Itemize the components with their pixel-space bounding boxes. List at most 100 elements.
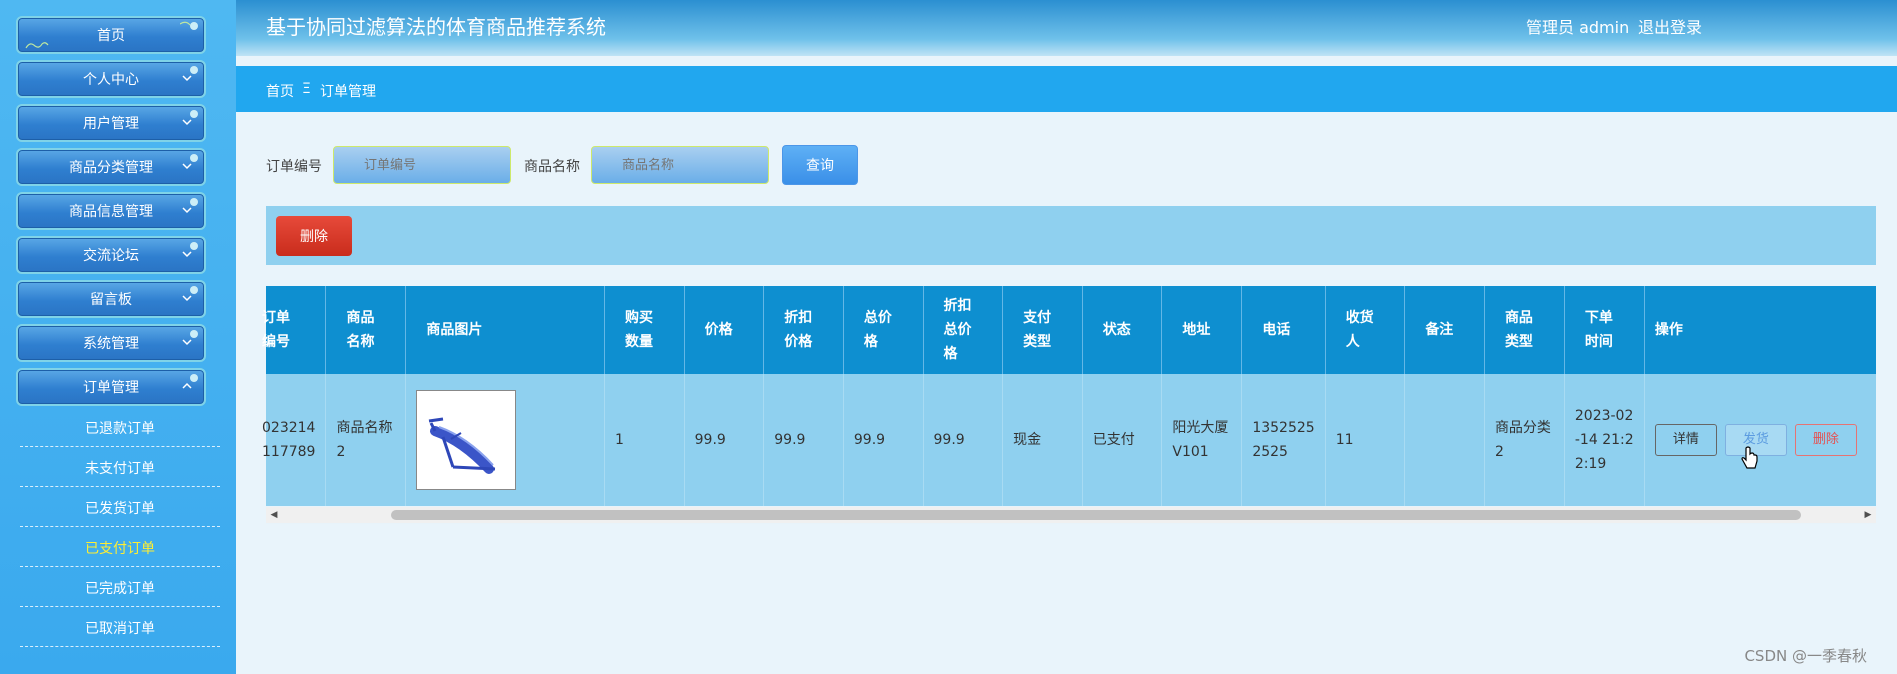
logout-link[interactable]: 退出登录 <box>1638 14 1702 38</box>
col-pay-type: 支付 类型 <box>1002 286 1083 374</box>
ornament-icon <box>190 286 198 294</box>
submenu-label: 已发货订单 <box>85 500 155 517</box>
breadcrumb: 首页 Ξ 订单管理 <box>236 66 1897 112</box>
submenu-label: 未支付订单 <box>85 460 155 477</box>
ornament-icon <box>25 42 49 49</box>
menu-item-category-management[interactable]: 商品分类管理 <box>16 148 206 186</box>
submenu-cancelled-orders[interactable]: 已取消订单 <box>20 609 220 647</box>
col-order-no: 订单 编号 <box>262 286 327 374</box>
menu-item-system-management[interactable]: 系统管理 <box>16 324 206 362</box>
submenu-label: 已退款订单 <box>85 420 155 437</box>
cell-order-time: 2023-02 -14 21:2 2:19 <box>1564 374 1645 506</box>
submenu-label: 已取消订单 <box>85 620 155 637</box>
row-delete-button[interactable]: 删除 <box>1794 424 1857 456</box>
cell-status: 已支付 <box>1082 374 1163 506</box>
ornament-icon <box>190 110 198 118</box>
cell-total-price: 99.9 <box>843 374 924 506</box>
hand-cursor-icon <box>1741 446 1758 469</box>
submenu-label: 已完成订单 <box>85 580 155 597</box>
sidebar: 首页 个人中心 用户管理 商品分类管理 商品信息管理 交流论坛 留言板 系统管理 <box>0 0 236 674</box>
cell-address: 阳光大厦 V101 <box>1161 374 1243 506</box>
menu-item-label: 订单管理 <box>83 380 139 396</box>
detail-button[interactable]: 详情 <box>1654 424 1717 456</box>
col-discount-price: 折扣 价格 <box>763 286 844 374</box>
table-header-row: 订单 编号 商品 名称 商品图片 购买 数量 价格 折扣 价格 总价 格 折扣 … <box>262 286 1876 374</box>
cell-phone: 1352525 2525 <box>1241 374 1326 506</box>
order-table: 订单 编号 商品 名称 商品图片 购买 数量 价格 折扣 价格 总价 格 折扣 … <box>262 286 1876 506</box>
cell-product-image <box>405 374 606 506</box>
col-price: 价格 <box>684 286 765 374</box>
scroll-left-icon[interactable]: ◀ <box>266 507 282 523</box>
fitness-bench-icon[interactable] <box>416 390 517 490</box>
col-quantity: 购买 数量 <box>604 286 685 374</box>
ornament-icon <box>190 374 198 382</box>
cell-pay-type: 现金 <box>1002 374 1083 506</box>
cell-remark <box>1404 374 1485 506</box>
menu-item-forum[interactable]: 交流论坛 <box>16 236 206 274</box>
order-no-label: 订单编号 <box>266 159 322 175</box>
breadcrumb-separator-icon: Ξ <box>302 81 311 97</box>
col-product-image: 商品图片 <box>405 286 606 374</box>
admin-info: 管理员 admin <box>1526 18 1630 37</box>
menu-item-label: 留言板 <box>90 292 132 308</box>
submenu-shipped-orders[interactable]: 已发货订单 <box>20 489 220 527</box>
menu-item-message-board[interactable]: 留言板 <box>16 280 206 318</box>
col-status: 状态 <box>1082 286 1163 374</box>
menu-item-order-management[interactable]: 订单管理 <box>16 368 206 406</box>
menu-item-label: 首页 <box>97 28 125 44</box>
action-bar: 删除 <box>266 206 1876 265</box>
product-name-input[interactable] <box>591 146 769 184</box>
submenu-refunded-orders[interactable]: 已退款订单 <box>20 409 220 447</box>
cell-quantity: 1 <box>604 374 685 506</box>
app-title: 基于协同过滤算法的体育商品推荐系统 <box>266 15 606 39</box>
submenu-completed-orders[interactable]: 已完成订单 <box>20 569 220 607</box>
menu-item-label: 交流论坛 <box>83 248 139 264</box>
cell-price: 99.9 <box>684 374 765 506</box>
menu-item-user-management[interactable]: 用户管理 <box>16 104 206 142</box>
watermark: CSDN @一季春秋 <box>1744 647 1867 665</box>
menu-item-product-management[interactable]: 商品信息管理 <box>16 192 206 230</box>
col-remark: 备注 <box>1404 286 1485 374</box>
col-category: 商品 类型 <box>1484 286 1565 374</box>
menu-item-label: 商品信息管理 <box>69 204 153 220</box>
order-table-container: 订单 编号 商品 名称 商品图片 购买 数量 价格 折扣 价格 总价 格 折扣 … <box>262 286 1876 524</box>
menu-item-label: 个人中心 <box>83 72 139 88</box>
ornament-icon <box>190 198 198 206</box>
col-product-name: 商品 名称 <box>325 286 407 374</box>
col-address: 地址 <box>1161 286 1243 374</box>
cell-product-name: 商品名称 2 <box>325 374 407 506</box>
cell-discount-total: 99.9 <box>923 374 1004 506</box>
submenu-paid-orders[interactable]: 已支付订单 <box>20 529 220 567</box>
horizontal-scrollbar[interactable]: ◀ ▶ <box>266 507 1876 523</box>
col-receiver: 收货 人 <box>1325 286 1406 374</box>
menu-item-home[interactable]: 首页 <box>16 16 206 54</box>
menu-item-personal-center[interactable]: 个人中心 <box>16 60 206 98</box>
ornament-icon <box>190 242 198 250</box>
cell-category: 商品分类 2 <box>1484 374 1565 506</box>
top-header: 基于协同过滤算法的体育商品推荐系统 管理员 admin 退出登录 <box>236 0 1897 56</box>
query-button[interactable]: 查询 <box>782 145 858 185</box>
cell-receiver: 11 <box>1325 374 1406 506</box>
submenu-unpaid-orders[interactable]: 未支付订单 <box>20 449 220 487</box>
breadcrumb-home[interactable]: 首页 <box>266 81 294 101</box>
col-order-time: 下单 时间 <box>1564 286 1645 374</box>
product-name-label: 商品名称 <box>524 159 580 175</box>
menu-item-label: 商品分类管理 <box>69 160 153 176</box>
ornament-icon <box>190 330 198 338</box>
scrollbar-thumb[interactable] <box>391 510 1801 520</box>
ornament-icon <box>180 21 198 30</box>
submenu-label: 已支付订单 <box>85 540 155 557</box>
cell-order-no: 023214 117789 <box>262 374 327 506</box>
col-phone: 电话 <box>1241 286 1326 374</box>
cell-discount-price: 99.9 <box>763 374 844 506</box>
breadcrumb-current: 订单管理 <box>320 84 376 100</box>
col-total-price: 总价 格 <box>843 286 924 374</box>
ornament-icon <box>190 154 198 162</box>
cell-operations: 详情 发货 删除 <box>1644 374 1876 506</box>
col-operations: 操作 <box>1644 286 1876 374</box>
batch-delete-button[interactable]: 删除 <box>276 216 352 256</box>
col-discount-total: 折扣 总价 格 <box>923 286 1004 374</box>
scroll-right-icon[interactable]: ▶ <box>1860 507 1876 523</box>
ornament-icon <box>190 66 198 74</box>
order-no-input[interactable] <box>333 146 511 184</box>
